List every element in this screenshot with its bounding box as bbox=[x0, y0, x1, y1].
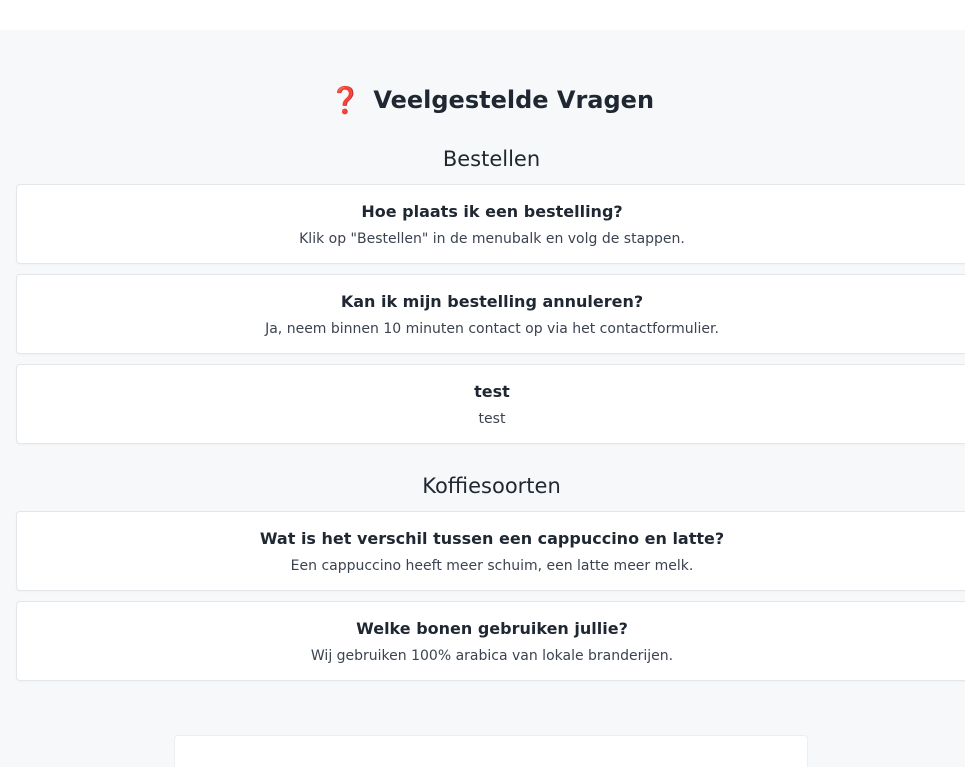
top-bar bbox=[0, 0, 965, 30]
faq-question: test bbox=[474, 382, 510, 401]
faq-question: Welke bonen gebruiken jullie? bbox=[356, 619, 628, 638]
faq-answer: Wij gebruiken 100% arabica van lokale br… bbox=[310, 648, 674, 664]
faq-item: test test bbox=[16, 364, 965, 444]
bottom-panel bbox=[174, 735, 808, 767]
faq-page: ❓ Veelgestelde Vragen Bestellen Hoe plaat… bbox=[0, 30, 965, 767]
faq-question: Kan ik mijn bestelling annuleren? bbox=[340, 292, 644, 311]
faq-item: Kan ik mijn bestelling annuleren? Ja, ne… bbox=[16, 274, 965, 354]
question-mark-icon: ❓ bbox=[328, 86, 362, 116]
faq-question: Wat is het verschil tussen een cappuccin… bbox=[259, 529, 725, 548]
page-title: ❓ Veelgestelde Vragen bbox=[0, 86, 965, 116]
page-title-text: Veelgestelde Vragen bbox=[373, 86, 655, 114]
faq-item: Hoe plaats ik een bestelling? Klik op "B… bbox=[16, 184, 965, 264]
faq-question: Hoe plaats ik een bestelling? bbox=[361, 202, 623, 221]
section-title-bestellen: Bestellen bbox=[442, 147, 541, 171]
section-title-koffiesoorten: Koffiesoorten bbox=[422, 474, 561, 498]
faq-answer: Een cappuccino heeft meer schuim, een la… bbox=[290, 558, 694, 574]
faq-item: Welke bonen gebruiken jullie? Wij gebrui… bbox=[16, 601, 965, 681]
faq-answer: Klik op "Bestellen" in de menubalk en vo… bbox=[299, 231, 685, 247]
faq-answer: Ja, neem binnen 10 minuten contact op vi… bbox=[265, 321, 719, 337]
faq-item: Wat is het verschil tussen een cappuccin… bbox=[16, 511, 965, 591]
faq-answer: test bbox=[478, 411, 506, 427]
